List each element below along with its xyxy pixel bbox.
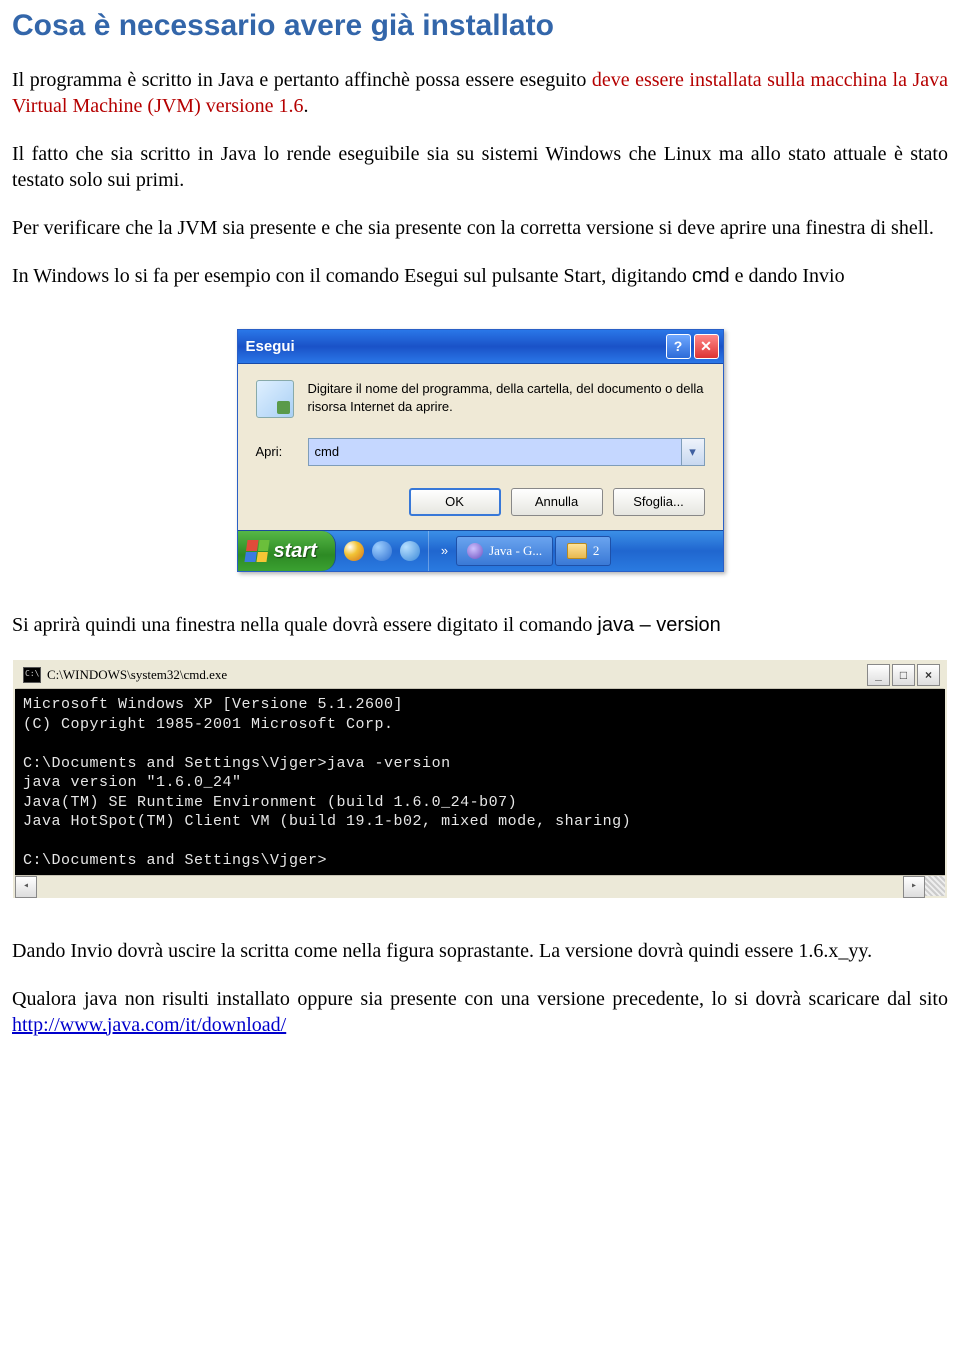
paragraph-1: Il programma è scritto in Java e pertant…	[12, 67, 948, 119]
paragraph-3: Per verificare che la JVM sia presente e…	[12, 215, 948, 241]
paragraph-5: Si aprirà quindi una finestra nella qual…	[12, 612, 948, 638]
minimize-icon[interactable]: _	[867, 664, 890, 686]
taskbar-item-folder-label: 2	[593, 543, 600, 560]
run-dialog-title: Esegui	[246, 337, 295, 357]
quick-launch	[336, 531, 429, 571]
chevron-down-icon[interactable]: ▾	[681, 439, 704, 465]
run-dialog-description: Digitare il nome del programma, della ca…	[308, 380, 705, 418]
quick-launch-chevron-icon[interactable]: »	[435, 543, 454, 560]
close-icon[interactable]: ×	[917, 664, 940, 686]
p5-code: java – version	[597, 614, 720, 636]
help-icon[interactable]: ?	[666, 334, 691, 359]
cancel-button[interactable]: Annulla	[511, 488, 603, 516]
p4-pre: In Windows lo si fa per esempio con il c…	[12, 265, 692, 287]
p7-pre: Qualora java non risulti installato oppu…	[12, 988, 948, 1010]
open-combobox[interactable]: ▾	[308, 438, 705, 466]
close-icon[interactable]: ✕	[694, 334, 719, 359]
cmd-icon	[23, 667, 41, 683]
taskbar: start » Java - G... 2	[238, 530, 723, 571]
start-button[interactable]: start	[238, 531, 336, 571]
media-icon[interactable]	[400, 541, 420, 561]
paragraph-7: Qualora java non risulti installato oppu…	[12, 986, 948, 1038]
cmd-titlebar: C:\WINDOWS\system32\cmd.exe _ □ ×	[15, 660, 945, 689]
paragraph-4: In Windows lo si fa per esempio con il c…	[12, 263, 948, 289]
paragraph-6: Dando Invio dovrà uscire la scritta come…	[12, 938, 948, 964]
taskbar-item-java-label: Java - G...	[489, 543, 542, 560]
scroll-right-icon[interactable]: ▸	[903, 876, 925, 898]
run-dialog-screenshot: Esegui ? ✕ Digitare il nome del programm…	[237, 329, 724, 572]
ok-button[interactable]: OK	[409, 488, 501, 516]
page-title: Cosa è necessario avere già installato	[12, 6, 948, 45]
cmd-window-screenshot: C:\WINDOWS\system32\cmd.exe _ □ × Micros…	[13, 660, 947, 898]
chrome-icon[interactable]	[344, 541, 364, 561]
download-link[interactable]: http://www.java.com/it/download/	[12, 1014, 286, 1036]
cmd-title: C:\WINDOWS\system32\cmd.exe	[47, 667, 227, 684]
taskbar-item-java[interactable]: Java - G...	[456, 536, 553, 566]
maximize-icon[interactable]: □	[892, 664, 915, 686]
p4-post: e dando Invio	[730, 265, 845, 287]
resize-grip-icon[interactable]	[925, 876, 945, 896]
p1-post: .	[304, 95, 309, 117]
p1-pre: Il programma è scritto in Java e pertant…	[12, 69, 592, 91]
browse-button[interactable]: Sfoglia...	[613, 488, 705, 516]
open-label: Apri:	[256, 444, 294, 461]
p4-code: cmd	[692, 265, 730, 287]
eclipse-icon	[467, 543, 483, 559]
run-program-icon	[256, 380, 294, 418]
windows-flag-icon	[244, 540, 269, 562]
p5-pre: Si aprirà quindi una finestra nella qual…	[12, 614, 597, 636]
cmd-scrollbar: ◂ ▸	[15, 875, 945, 896]
cmd-output: Microsoft Windows XP [Versione 5.1.2600]…	[15, 689, 945, 875]
run-dialog-titlebar: Esegui ? ✕	[238, 330, 723, 364]
open-input[interactable]	[309, 439, 681, 465]
ie-icon[interactable]	[372, 541, 392, 561]
scroll-left-icon[interactable]: ◂	[15, 876, 37, 898]
start-button-label: start	[274, 538, 317, 564]
taskbar-item-folder[interactable]: 2	[555, 536, 611, 566]
paragraph-2: Il fatto che sia scritto in Java lo rend…	[12, 141, 948, 193]
folder-icon	[567, 543, 587, 559]
